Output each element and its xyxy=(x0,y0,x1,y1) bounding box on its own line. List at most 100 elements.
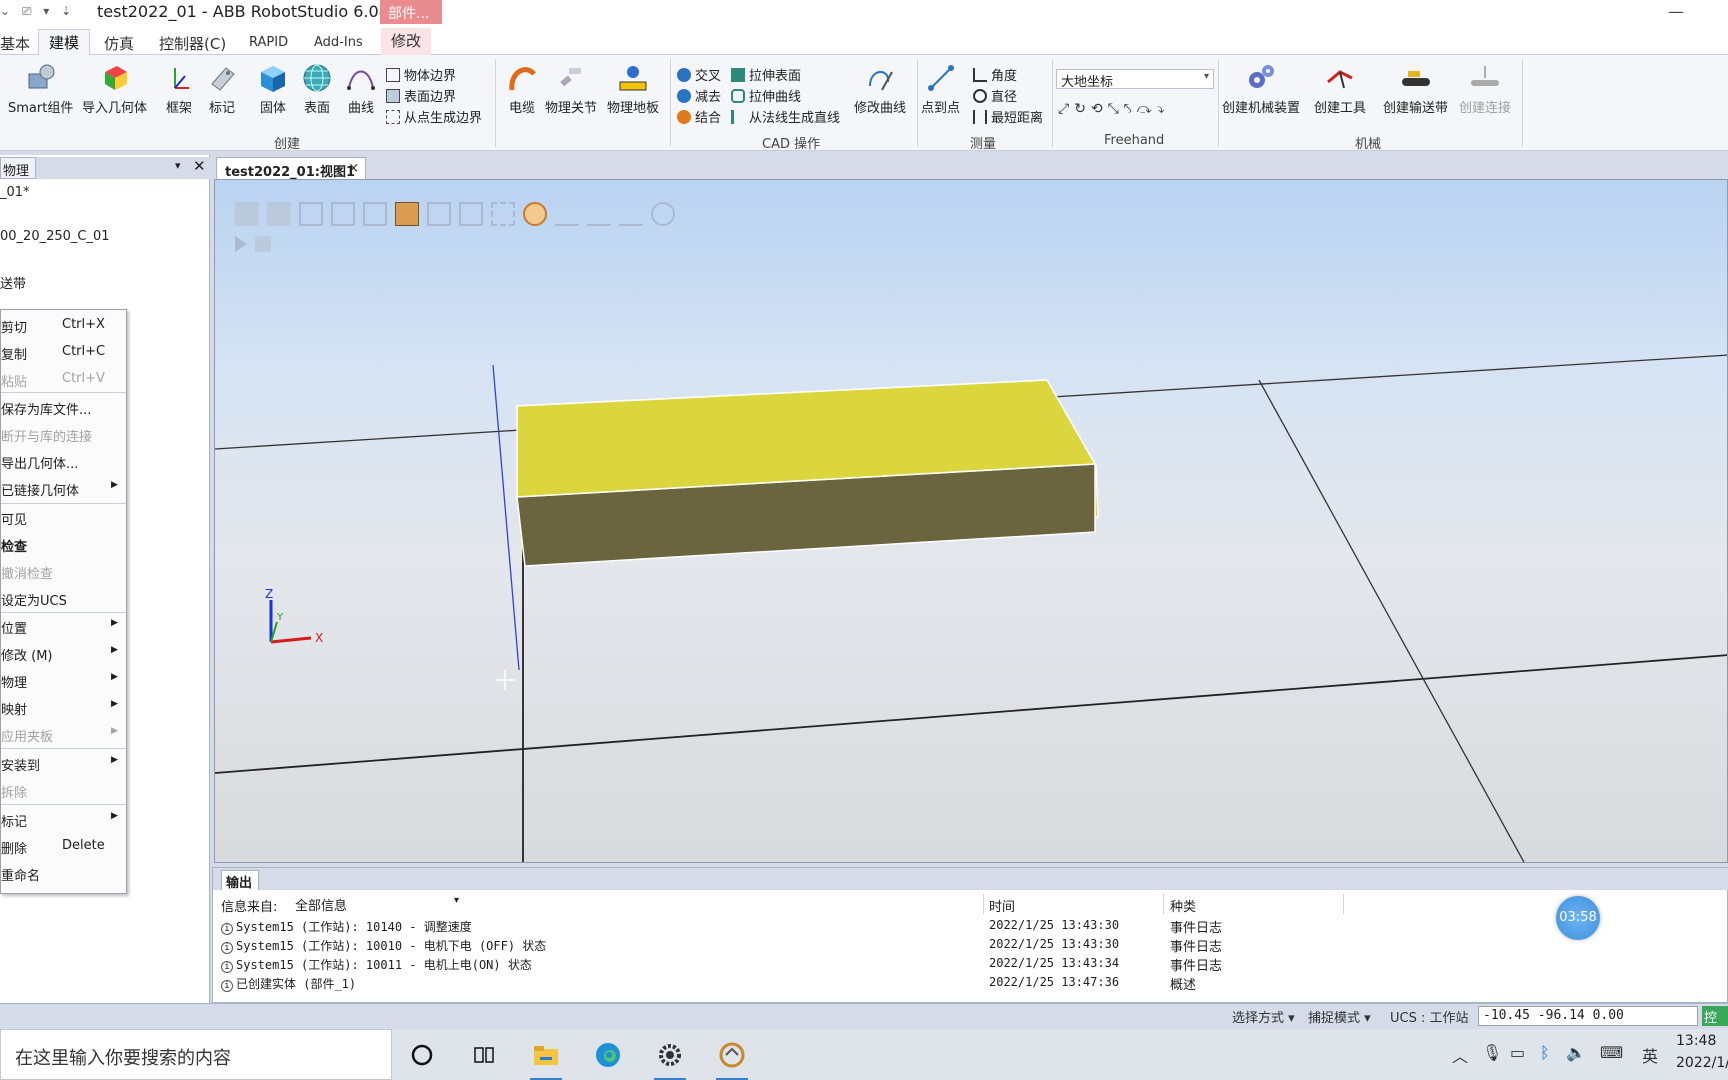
menu-item-delete[interactable]: 删除 Delete xyxy=(1,835,126,859)
extrude-surface-button[interactable]: 拉伸表面 xyxy=(731,65,801,84)
view-all-icon[interactable] xyxy=(235,202,259,226)
menu-item-cut[interactable]: 剪切 Ctrl+X xyxy=(1,314,126,338)
union-button[interactable]: 结合 xyxy=(677,107,721,126)
measure-icon[interactable] xyxy=(651,202,675,226)
panel-close-icon[interactable]: ✕ xyxy=(193,157,206,175)
input-language-indicator[interactable]: 英 xyxy=(1642,1043,1658,1067)
cable-button[interactable]: 电缆 xyxy=(505,61,539,116)
quick-access-toolbar[interactable]: ⌄ ⎚ ▾ ⇣ xyxy=(0,4,75,19)
menu-item-export-geometry[interactable]: 导出几何体... xyxy=(1,450,126,474)
menu-item-set-ucs[interactable]: 设定为UCS xyxy=(1,587,126,611)
taskbar-clock-time[interactable]: 13:48 xyxy=(1676,1033,1716,1049)
log-row[interactable]: i System15 (工作站): 10010 - 电机下电 (OFF) 状态 xyxy=(221,937,546,954)
menu-item-save-as-library[interactable]: 保存为库文件... xyxy=(1,396,126,420)
create-connection-button[interactable]: 创建连接 xyxy=(1459,61,1511,116)
tab-rapid[interactable]: RAPID xyxy=(249,33,288,57)
edge-browser-icon[interactable] xyxy=(590,1037,626,1073)
menu-item-mapping[interactable]: 映射 ▶ xyxy=(1,696,126,720)
surface-boundary-button[interactable]: 表面边界 xyxy=(386,86,456,105)
modify-curve-button[interactable]: 修改曲线 xyxy=(854,61,906,116)
minimize-button[interactable]: — xyxy=(1668,2,1684,21)
tab-simulation[interactable]: 仿真 xyxy=(104,31,134,55)
tab-addins[interactable]: Add-Ins xyxy=(314,33,363,57)
menu-item-position[interactable]: 位置 ▶ xyxy=(1,615,126,639)
select-part-icon[interactable] xyxy=(395,202,419,226)
cortana-icon[interactable] xyxy=(404,1037,440,1073)
battery-icon[interactable]: ▭ xyxy=(1510,1043,1525,1062)
subtract-button[interactable]: 减去 xyxy=(677,86,721,105)
keyboard-icon[interactable]: ⌨ xyxy=(1600,1043,1623,1062)
physics-floor-button[interactable]: 物理地板 xyxy=(607,61,659,116)
settings-gear-icon[interactable] xyxy=(652,1037,688,1080)
column-header-time[interactable]: 时间 xyxy=(989,896,1015,915)
snap-mode-dropdown[interactable]: 捕捉模式 ▾ xyxy=(1308,1007,1371,1026)
extrude-curve-button[interactable]: 拉伸曲线 xyxy=(731,86,801,105)
panel-tab-physics[interactable]: 物理 xyxy=(0,157,36,179)
source-filter-select[interactable]: 全部信息 xyxy=(293,895,463,914)
angle-button[interactable]: 角度 xyxy=(973,65,1017,84)
boundary-from-points-button[interactable]: 从点生成边界 xyxy=(386,107,482,126)
select-body-icon[interactable] xyxy=(363,202,387,226)
taskbar-search-input[interactable]: 在这里输入你要搜索的内容 xyxy=(0,1029,392,1080)
menu-item-undo-inspect[interactable]: 撤消检查 xyxy=(1,560,126,584)
menu-item-disconnect-library[interactable]: 断开与库的连接 xyxy=(1,423,126,447)
create-mechanism-button[interactable]: 创建机械装置 xyxy=(1222,61,1300,116)
solid-button[interactable]: 固体 xyxy=(256,61,290,116)
output-tab[interactable]: 输出 xyxy=(221,870,259,891)
task-view-icon[interactable] xyxy=(466,1037,502,1073)
physics-joint-button[interactable]: 物理关节 xyxy=(545,61,597,116)
snap-midpoint-icon[interactable] xyxy=(587,202,611,226)
menu-item-paste[interactable]: 粘贴 Ctrl+V xyxy=(1,368,126,392)
tray-overflow-chevron-icon[interactable]: ︿ xyxy=(1452,1043,1468,1067)
tag-button[interactable]: 标记 xyxy=(205,61,239,116)
controller-status-button[interactable]: 控制 xyxy=(1702,1006,1728,1026)
panel-dropdown-icon[interactable]: ▾ xyxy=(175,159,181,172)
point-to-point-button[interactable]: 点到点 xyxy=(921,61,960,116)
import-geometry-button[interactable]: 导入几何体 xyxy=(82,61,147,116)
intersect-button[interactable]: 交叉 xyxy=(677,65,721,84)
taskbar-clock-date[interactable]: 2022/1/ xyxy=(1676,1055,1728,1071)
robotstudio-app-icon[interactable] xyxy=(714,1037,750,1080)
snap-end-icon[interactable] xyxy=(619,202,643,226)
snap-edge-icon[interactable] xyxy=(555,202,579,226)
log-row[interactable]: i System15 (工作站): 10011 - 电机上电(ON) 状态 xyxy=(221,956,532,973)
selection-mode-dropdown[interactable]: 选择方式 ▾ xyxy=(1232,1007,1295,1026)
menu-item-rename[interactable]: 重命名 xyxy=(1,862,126,886)
menu-item-detach[interactable]: 拆除 xyxy=(1,779,126,803)
log-row[interactable]: i System15 (工作站): 10140 - 调整速度 xyxy=(221,918,472,935)
coordinate-system-select[interactable]: 大地坐标 xyxy=(1056,69,1214,90)
3d-viewport[interactable]: Z X Y xyxy=(214,179,1728,863)
menu-item-linked-geometry[interactable]: 已链接几何体 ▶ xyxy=(1,477,126,501)
tab-controller[interactable]: 控制器(C) xyxy=(159,31,226,55)
smart-component-button[interactable]: Smart组件 xyxy=(8,61,73,116)
min-distance-button[interactable]: 最短距离 xyxy=(973,107,1043,126)
stop-icon[interactable] xyxy=(255,236,271,252)
file-explorer-icon[interactable] xyxy=(528,1037,564,1080)
select-curve-icon[interactable] xyxy=(299,202,323,226)
tree-item-station[interactable]: _01* xyxy=(0,185,30,200)
tab-modeling[interactable]: 建模 xyxy=(38,29,91,56)
play-icon[interactable] xyxy=(235,236,247,252)
create-conveyor-button[interactable]: 创建输送带 xyxy=(1383,61,1448,116)
line-from-normal-button[interactable]: 从法线生成直线 xyxy=(731,107,840,126)
menu-item-modify[interactable]: 修改 (M) ▶ xyxy=(1,642,126,666)
snap-center-icon[interactable] xyxy=(523,202,547,226)
log-row[interactable]: i 已创建实体 (部件_1) xyxy=(221,975,356,992)
menu-item-inspect[interactable]: 检查 xyxy=(1,533,126,557)
tree-item-conveyor[interactable]: 送带 xyxy=(0,273,26,292)
diameter-button[interactable]: 直径 xyxy=(973,86,1017,105)
menu-item-copy[interactable]: 复制 Ctrl+C xyxy=(1,341,126,365)
menu-item-physics[interactable]: 物理 ▶ xyxy=(1,669,126,693)
curve-button[interactable]: 曲线 xyxy=(344,61,378,116)
surface-button[interactable]: 表面 xyxy=(300,61,334,116)
select-group-icon[interactable] xyxy=(459,202,483,226)
menu-item-attach-to[interactable]: 安装到 ▶ xyxy=(1,752,126,776)
tree-item-robot[interactable]: 00_20_250_C_01 xyxy=(0,229,110,244)
view-tab[interactable]: test2022_01:视图1 × xyxy=(216,157,366,180)
body-boundary-button[interactable]: 物体边界 xyxy=(386,65,456,84)
select-surface-icon[interactable] xyxy=(331,202,355,226)
tab-modify[interactable]: 修改 xyxy=(381,28,432,55)
volume-icon[interactable]: 🔈 xyxy=(1566,1043,1586,1062)
menu-item-visible[interactable]: 可见 xyxy=(1,506,126,530)
microphone-icon[interactable]: 🎙 xyxy=(1482,1043,1502,1062)
